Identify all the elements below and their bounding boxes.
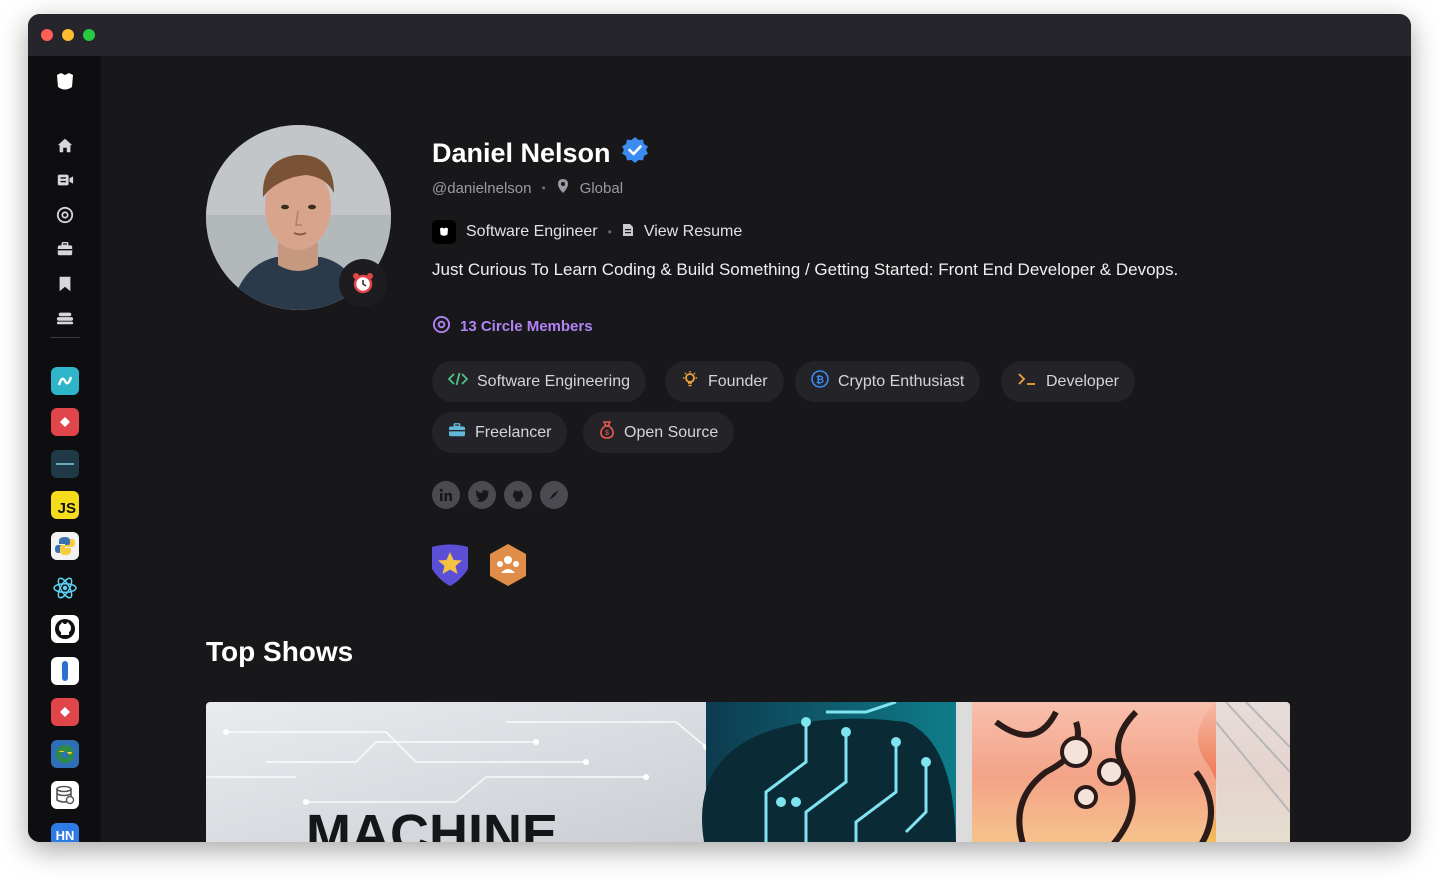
profile-header: Daniel Nelson xyxy=(432,136,649,171)
alarm-clock-icon xyxy=(339,259,387,307)
tag-software-engineering[interactable]: Software Engineering xyxy=(432,361,646,402)
sidebar-app-wave[interactable] xyxy=(51,367,79,395)
separator-dot: • xyxy=(607,225,612,239)
sidebar-app-globe[interactable] xyxy=(51,740,79,768)
home-icon[interactable] xyxy=(52,133,78,159)
code-icon xyxy=(447,372,469,391)
location-pin-icon xyxy=(556,178,570,198)
close-window-button[interactable] xyxy=(41,29,53,41)
star-badge-icon xyxy=(430,543,470,592)
github-icon[interactable] xyxy=(504,481,532,509)
github-app-icon[interactable] xyxy=(51,615,79,643)
sidebar-divider xyxy=(50,337,80,338)
briefcase-icon xyxy=(448,422,466,443)
svg-text:$: $ xyxy=(605,430,609,437)
achievement-badges xyxy=(430,543,528,592)
python-icon[interactable] xyxy=(51,532,79,560)
sidebar-app-database[interactable] xyxy=(51,781,79,809)
banner-title: MACHINE xyxy=(306,804,558,842)
compass-icon[interactable] xyxy=(540,481,568,509)
role-row: Software Engineer • View Resume xyxy=(432,220,742,244)
briefcase-icon[interactable] xyxy=(52,236,78,262)
js-label: JS xyxy=(57,500,76,517)
svg-text:₿: ₿ xyxy=(816,374,824,386)
social-links xyxy=(432,481,568,509)
layers-icon[interactable] xyxy=(52,305,78,331)
circle-members-link[interactable]: 13 Circle Members xyxy=(432,315,593,338)
circle-icon xyxy=(432,315,451,338)
top-show-banner[interactable]: MACHINE xyxy=(206,702,1290,842)
sidebar-app-scroll[interactable] xyxy=(51,657,79,685)
bookmark-icon[interactable] xyxy=(52,271,78,297)
terminal-icon xyxy=(1017,372,1037,391)
profile-handle: @danielnelson xyxy=(432,179,532,197)
react-icon[interactable] xyxy=(51,574,79,602)
tag-crypto-enthusiast[interactable]: ₿ Crypto Enthusiast xyxy=(795,361,981,402)
sidebar-app-js[interactable]: JS xyxy=(51,491,79,519)
sidebar-app-hn[interactable]: HN xyxy=(51,823,79,842)
company-logo-icon xyxy=(432,220,456,244)
tag-label: Crypto Enthusiast xyxy=(838,372,965,390)
circle-members-label: 13 Circle Members xyxy=(460,318,593,335)
bitcoin-icon: ₿ xyxy=(811,370,829,393)
profile-name: Daniel Nelson xyxy=(432,138,611,168)
tag-label: Freelancer xyxy=(475,423,552,441)
sidebar: JS HN xyxy=(28,56,101,842)
profile-main: Daniel Nelson @danielnelson • Global Sof… xyxy=(101,56,1411,842)
profile-bio: Just Curious To Learn Coding & Build Som… xyxy=(432,260,1179,279)
verified-icon xyxy=(621,136,649,171)
separator-dot: • xyxy=(541,181,546,195)
minimize-window-button[interactable] xyxy=(62,29,74,41)
money-bag-icon: $ xyxy=(599,421,615,444)
tag-freelancer[interactable]: Freelancer xyxy=(432,412,568,453)
document-icon xyxy=(622,223,634,242)
linkedin-icon[interactable] xyxy=(432,481,460,509)
tag-label: Developer xyxy=(1046,372,1119,390)
circle-icon[interactable] xyxy=(52,202,78,228)
hn-label: HN xyxy=(55,828,75,842)
sidebar-app-dark[interactable] xyxy=(51,450,79,478)
profile-location: Global xyxy=(579,179,624,197)
tag-label: Software Engineering xyxy=(477,372,630,390)
handle-row: @danielnelson • Global xyxy=(432,178,623,198)
sidebar-app-red-2[interactable] xyxy=(51,698,79,726)
top-shows-heading: Top Shows xyxy=(206,636,354,667)
logo-icon[interactable] xyxy=(52,69,78,95)
sidebar-app-red[interactable] xyxy=(51,408,79,436)
tag-open-source[interactable]: $ Open Source xyxy=(583,412,735,453)
maximize-window-button[interactable] xyxy=(83,29,95,41)
community-badge-icon xyxy=(488,543,528,592)
twitter-icon[interactable] xyxy=(468,481,496,509)
title-bar xyxy=(28,14,1411,56)
tag-founder[interactable]: Founder xyxy=(665,361,784,402)
tag-label: Founder xyxy=(708,372,768,390)
tag-developer[interactable]: Developer xyxy=(1001,361,1135,402)
lightbulb-icon xyxy=(681,370,699,393)
profile-role: Software Engineer xyxy=(466,223,598,240)
tag-label: Open Source xyxy=(624,423,719,441)
shows-icon[interactable] xyxy=(52,167,78,193)
app-window: JS HN Daniel Nelson @danielnelson • Glob… xyxy=(28,14,1411,842)
view-resume-link[interactable]: View Resume xyxy=(644,223,742,241)
